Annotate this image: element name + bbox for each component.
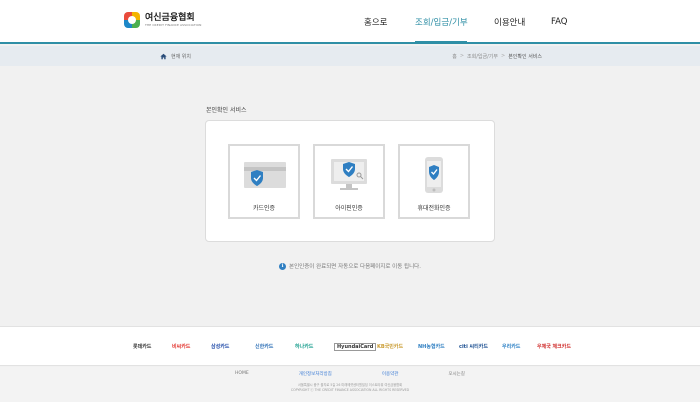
card-verification-button[interactable]: 카드인증 <box>228 144 300 219</box>
footer-copyright: COPYRIGHT ⓒ THE CREDIT FINANCE ASSOCIATI… <box>290 388 410 392</box>
phone-verification-label: 휴대전화인증 <box>417 205 451 212</box>
footer-home-link[interactable]: HOME <box>235 371 249 377</box>
footer-directions-link[interactable]: 오시는길 <box>448 371 465 377</box>
site-footer: HOME 개인정보처리방침 이용약관 오시는길 서울특별시 중구 을지로 5길 … <box>0 367 700 402</box>
partner-lotte-card[interactable]: 롯데카드 <box>133 343 151 350</box>
logo-mark-icon <box>124 12 140 28</box>
partner-kb-card[interactable]: KB국민카드 <box>377 343 403 350</box>
nav-guide[interactable]: 이용안내 <box>494 0 525 44</box>
ipin-verification-label: 아이핀인증 <box>335 205 363 212</box>
monitor-shield-icon <box>331 159 367 190</box>
partner-hyundai-card[interactable]: HyundaiCard <box>334 343 377 351</box>
nav-active-indicator <box>415 41 467 44</box>
phone-shield-icon <box>425 157 443 193</box>
partner-citi-card[interactable]: citi 씨티카드 <box>459 343 488 350</box>
partner-samsung-card[interactable]: 삼성카드 <box>211 343 229 350</box>
section-title: 본인확인 서비스 <box>206 107 247 114</box>
breadcrumb-lookup[interactable]: 조회/입금/기부 <box>467 53 498 60</box>
site-header: 여신금융협회 THE CREDIT FINANCE ASSOCIATION 홈으… <box>0 0 700 44</box>
info-icon: i <box>279 262 287 270</box>
footer-privacy-link[interactable]: 개인정보처리방침 <box>299 371 332 377</box>
nav-lookup-deposit-donate[interactable]: 조회/입금/기부 <box>415 0 468 44</box>
partner-logos-bar: 롯데카드 비씨카드 삼성카드 신한카드 하나카드 HyundaiCard KB국… <box>0 326 700 366</box>
site-logo[interactable]: 여신금융협회 THE CREDIT FINANCE ASSOCIATION <box>124 12 201 28</box>
footer-terms-link[interactable]: 이용약관 <box>382 371 399 377</box>
breadcrumb-current: 본인확인 서비스 <box>508 53 542 60</box>
phone-verification-button[interactable]: 휴대전화인증 <box>398 144 470 219</box>
card-verification-label: 카드인증 <box>252 205 276 212</box>
partner-hana-card[interactable]: 하나카드 <box>295 343 313 350</box>
partner-nh-card[interactable]: NH농협카드 <box>418 343 445 350</box>
location-label: 현재 위치 <box>171 53 191 60</box>
nav-home[interactable]: 홈으로 <box>364 0 387 44</box>
partner-bc-card[interactable]: 비씨카드 <box>172 343 190 350</box>
notice-text: 본인인증이 완료되면 자동으로 다음페이지로 이동 됩니다. <box>289 264 421 270</box>
location-bar: 현재 위치 홈 > 조회/입금/기부 > 본인확인 서비스 <box>0 46 700 66</box>
breadcrumb: 홈 > 조회/입금/기부 > 본인확인 서비스 <box>452 46 542 66</box>
breadcrumb-separator-icon: > <box>501 53 506 59</box>
partner-epost-check-card[interactable]: 우체국 체크카드 <box>537 343 571 350</box>
logo-subtitle: THE CREDIT FINANCE ASSOCIATION <box>145 23 202 27</box>
verification-panel: 카드인증 아이핀인증 휴대전화인증 <box>205 120 495 242</box>
partner-woori-card[interactable]: 우리카드 <box>502 343 520 350</box>
partner-shinhan-card[interactable]: 신한카드 <box>255 343 273 350</box>
nav-faq[interactable]: FAQ <box>551 0 567 44</box>
notice-message: i 본인인증이 완료되면 자동으로 다음페이지로 이동 됩니다. <box>0 262 700 270</box>
logo-name: 여신금융협회 <box>145 13 195 23</box>
breadcrumb-home[interactable]: 홈 <box>452 53 457 60</box>
home-icon <box>160 53 167 59</box>
breadcrumb-separator-icon: > <box>459 53 465 59</box>
ipin-verification-button[interactable]: 아이핀인증 <box>313 144 385 219</box>
card-shield-icon <box>244 162 286 188</box>
